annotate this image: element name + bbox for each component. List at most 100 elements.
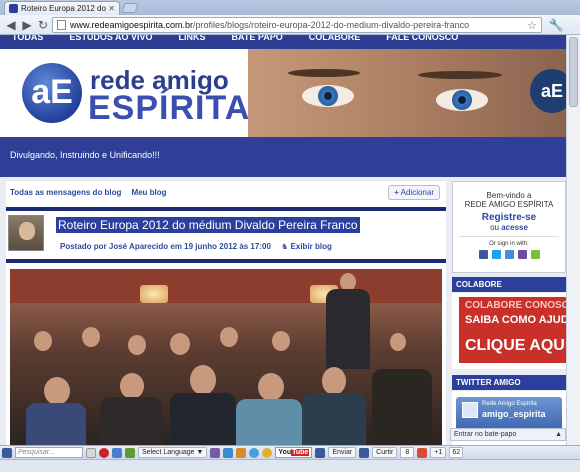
post-meta-text[interactable]: Postado por José Aparecido em 19 junho 2… — [60, 242, 271, 251]
browser-window: Roteiro Europa 2012 do médiu ✕ ◀ ▶ ↻ www… — [0, 0, 580, 472]
windows-live-icon[interactable] — [504, 250, 514, 259]
nav-item-todas[interactable]: TODAS — [12, 35, 43, 49]
browser-toolbar: ◀ ▶ ↻ www.redeamigoespirita.com.br/profi… — [0, 15, 580, 35]
app-icon[interactable] — [223, 447, 234, 458]
reload-icon[interactable]: ↻ — [36, 18, 50, 32]
nav-item-bate-papo[interactable]: BATE PAPO — [232, 35, 283, 49]
divider — [6, 259, 446, 263]
menu-icon[interactable] — [2, 447, 12, 458]
sign-in-with-label: Or sign in with: — [489, 241, 529, 247]
tagline-bar: Divulgando, Instruindo e Unificando!!! — [0, 137, 566, 177]
author-avatar[interactable] — [8, 215, 44, 251]
person-head — [390, 333, 406, 351]
lamp-shape — [140, 285, 168, 303]
login-line: ou acesse — [490, 223, 528, 232]
person-head — [34, 331, 52, 351]
facebook-icon[interactable] — [315, 447, 326, 458]
knight-icon: ♞ — [281, 242, 289, 251]
twitter-handle: amigo_espirita — [482, 409, 546, 419]
facebook-icon[interactable] — [359, 447, 370, 458]
person-head — [120, 373, 144, 399]
share-button[interactable]: Enviar — [328, 447, 357, 458]
curtain-shape — [10, 269, 442, 303]
close-tab-icon[interactable]: ✕ — [108, 4, 115, 13]
vertical-scrollbar[interactable] — [566, 35, 580, 445]
wrench-menu-icon[interactable]: 🔧 — [548, 17, 564, 33]
twitter-avatar — [462, 402, 478, 418]
select-language-dropdown[interactable]: Select Language ▼ — [138, 447, 208, 458]
mail-icon[interactable] — [112, 447, 122, 458]
person-body — [100, 397, 162, 445]
globe-icon[interactable] — [249, 447, 260, 458]
twitter-header: TWITTER AMIGO — [452, 375, 566, 390]
page-viewport: TODAS ESTUDOS AO VIVO LINKS BATE PAPO CO… — [0, 35, 566, 445]
welcome-line-1: Bem-vindo a — [486, 191, 532, 200]
facebook-icon[interactable] — [478, 250, 488, 259]
app-icon[interactable] — [236, 447, 247, 458]
add-button[interactable]: + Adicionar — [388, 185, 440, 200]
bookmark-star-icon[interactable]: ☆ — [527, 19, 537, 32]
new-tab-button[interactable] — [121, 3, 139, 13]
my-blog-link[interactable]: Meu blog — [131, 188, 166, 197]
person-body — [26, 403, 86, 445]
ae-badge-icon: aE — [530, 69, 566, 113]
brow-shape — [288, 69, 360, 77]
search-icon[interactable] — [86, 447, 96, 458]
nav-item-fale-conosco[interactable]: FALE CONOSCO — [386, 35, 458, 49]
person-head — [272, 331, 290, 351]
blog-post: Roteiro Europa 2012 do médium Divaldo Pe… — [6, 207, 446, 445]
like-count: 8 — [400, 447, 415, 458]
browser-tab[interactable]: Roteiro Europa 2012 do médiu ✕ — [4, 1, 120, 15]
alert-icon[interactable] — [99, 447, 109, 458]
post-photo — [10, 269, 442, 445]
chevron-up-icon: ▲ — [555, 431, 562, 438]
yahoo-icon[interactable] — [517, 250, 527, 259]
page-bottom-toolbar: Pesquisar... Select Language ▼ YouTube E… — [0, 445, 580, 459]
person-head — [82, 327, 100, 347]
post-meta: Postado por José Aparecido em 19 junho 2… — [60, 242, 332, 251]
like-button[interactable]: Curtir — [372, 447, 398, 458]
person-body — [236, 399, 302, 445]
nav-item-links[interactable]: LINKS — [179, 35, 206, 49]
twitter-icon[interactable] — [491, 250, 501, 259]
scrollbar-thumb[interactable] — [569, 37, 578, 107]
google-icon[interactable] — [530, 250, 540, 259]
tab-strip: Roteiro Europa 2012 do médiu ✕ — [0, 0, 580, 15]
nav-item-colabore[interactable]: COLABORE — [309, 35, 361, 49]
person-head — [44, 377, 70, 405]
person-head — [322, 367, 346, 395]
brow-shape — [418, 71, 502, 79]
plusone-button[interactable]: +1 — [430, 447, 447, 458]
eye-shape — [302, 85, 354, 107]
social-login-icons — [453, 250, 565, 259]
app-icon[interactable] — [210, 447, 221, 458]
status-strip — [0, 459, 580, 472]
person-head — [190, 365, 216, 395]
register-link[interactable]: Registre-se — [453, 212, 565, 223]
login-link[interactable]: acesse — [501, 223, 528, 232]
search-input[interactable]: Pesquisar... — [15, 447, 83, 458]
plusone-count: 62 — [449, 447, 464, 458]
tab-title: Roteiro Europa 2012 do médiu — [21, 4, 106, 13]
nav-item-estudos[interactable]: ESTUDOS AO VIVO — [69, 35, 152, 49]
banner-photo — [248, 49, 566, 137]
logo-mark[interactable]: aE — [22, 63, 82, 123]
colabore-banner[interactable]: COLABORE CONOSCO SAIBA COMO AJUDAR CLIQU… — [459, 297, 566, 363]
view-blog-link[interactable]: ♞ Exibir blog — [281, 242, 332, 251]
url-text: www.redeamigoespirita.com.br/profiles/bl… — [70, 20, 470, 30]
forward-icon[interactable]: ▶ — [20, 18, 34, 32]
address-bar[interactable]: www.redeamigoespirita.com.br/profiles/bl… — [52, 17, 542, 33]
person-head — [170, 333, 190, 355]
all-posts-link[interactable]: Todas as mensagens do blog — [10, 188, 121, 197]
back-icon[interactable]: ◀ — [4, 18, 18, 32]
person-head — [258, 373, 284, 401]
divider — [459, 236, 559, 237]
person-body — [170, 393, 236, 445]
translate-icon[interactable] — [125, 447, 135, 458]
star-icon[interactable] — [262, 447, 273, 458]
chat-popup[interactable]: Entrar no bate-papo ▲ — [450, 428, 566, 441]
google-plus-icon[interactable] — [417, 447, 428, 458]
youtube-icon[interactable]: YouTube — [275, 447, 313, 458]
logo-text-bottom: ESPÍRITA — [88, 89, 251, 127]
welcome-line-2: REDE AMIGO ESPÍRITA — [464, 200, 554, 209]
